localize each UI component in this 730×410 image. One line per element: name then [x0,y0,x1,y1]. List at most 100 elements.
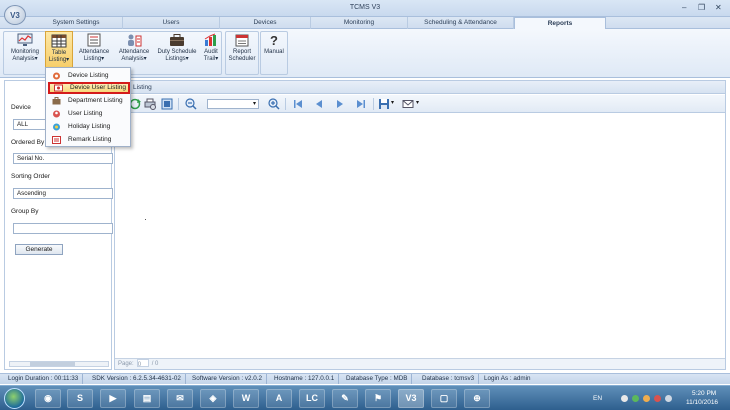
tray-security-icon[interactable] [654,395,661,402]
report-toolbar: ▾ ▾ ▾ [115,95,725,113]
ribbon-label: Listing▾ [48,57,70,63]
ribbon-label: Listing▾ [83,56,105,62]
save-export-icon[interactable] [378,98,390,110]
title-bar: TCMS V3 – ❐ ✕ [0,0,730,17]
report-scheduler-button[interactable]: Report Scheduler [227,31,257,75]
device-user-icon [54,84,63,92]
next-page-icon[interactable] [334,98,346,110]
chevron-down-icon[interactable]: ▾ [391,99,394,106]
status-sdk-version: SDK Version : 6.2.5.34-4631-02 [88,374,186,384]
last-page-icon[interactable] [355,98,367,110]
zoom-out-icon[interactable] [185,98,197,110]
tab-monitoring[interactable]: Monitoring [311,17,408,29]
first-page-icon[interactable] [292,98,304,110]
status-login-as: Login As : admin [484,375,531,382]
taskbar-app-v3[interactable]: V3 [398,389,424,408]
tray-up-arrow-icon[interactable] [621,395,628,402]
duty-schedule-listings-button[interactable]: Duty Schedule Listings▾ [155,31,199,75]
print-setup-icon[interactable] [144,98,156,110]
list-icon [87,33,101,47]
page-number-input[interactable]: 0 [136,359,149,368]
chevron-down-icon[interactable]: ▾ [416,99,419,106]
tray-volume-icon[interactable] [665,395,672,402]
taskbar-app-monitor[interactable]: ▢ [431,389,457,408]
tab-users[interactable]: Users [123,17,220,29]
menu-item-label: Device Listing [68,72,109,79]
ribbon-label: Attendance [78,49,110,55]
tab-system-settings[interactable]: System Settings [30,17,123,29]
zoom-select[interactable]: ▾ [207,99,259,109]
tab-devices[interactable]: Devices [220,17,311,29]
taskbar-app-notepad[interactable]: ✎ [332,389,358,408]
menu-item-holiday-listing[interactable]: Holiday Listing [48,121,130,133]
ribbon-label: Analysis▾ [121,56,147,62]
group-by-select[interactable] [13,223,113,234]
audit-trail-button[interactable]: Audit Trail▾ [200,31,222,75]
monitoring-analysis-button[interactable]: Monitoring Analysis▾ [6,31,44,75]
status-database-type: Database Type : MDB [342,374,413,384]
menu-item-remark-listing[interactable]: Remark Listing [48,134,130,146]
taskbar-app-explorer[interactable]: ▤ [134,389,160,408]
taskbar-app-word[interactable]: W [233,389,259,408]
window-title: TCMS V3 [349,4,381,11]
clock-time[interactable]: 5:20 PM [692,390,716,397]
language-indicator[interactable]: EN [593,395,602,402]
taskbar-app-tcms[interactable]: ◈ [200,389,226,408]
ordered-by-select[interactable]: Serial No. [13,153,113,164]
svg-text:?: ? [270,33,278,47]
minimize-button[interactable]: – [682,3,686,13]
zoom-in-icon[interactable] [268,98,280,110]
taskbar-app-s[interactable]: ⊕ [464,389,490,408]
taskbar-app-chrome[interactable]: ◉ [35,389,61,408]
email-icon[interactable] [402,98,414,110]
start-button[interactable] [4,388,25,409]
menu-item-device-user-listing[interactable]: Device User Listing [48,82,130,94]
table-listing-dropdown: Device Listing Device User Listing Depar… [45,67,131,147]
page-total: / 0 [151,361,159,367]
users-analysis-icon [128,34,142,47]
previous-page-icon[interactable] [313,98,325,110]
group-by-label: Group By [11,208,39,215]
ribbon-label: Scheduler [228,56,256,62]
taskbar-app-cmd[interactable]: ▶ [100,389,126,408]
sorting-order-label: Sorting Order [11,173,51,180]
tab-scheduling-attendance[interactable]: Scheduling & Attendance [408,17,514,29]
generate-button[interactable]: Generate [15,244,63,255]
ribbon-label: Report [232,49,251,55]
taskbar-app-outlook[interactable]: ✉ [167,389,193,408]
menu-item-label: Device User Listing [70,84,126,91]
horizontal-scrollbar[interactable] [9,361,109,367]
page-navigation-footer: Page: 0 / 0 [115,358,725,369]
taskbar-app-lc[interactable]: LC [299,389,325,408]
restore-button[interactable]: ❐ [698,3,705,13]
toolbar-separator [285,98,286,110]
ribbon-label: Trail▾ [203,56,219,62]
tray-network-icon[interactable] [632,395,639,402]
user-listing-icon [53,110,60,118]
briefcase-icon [170,34,184,46]
windows-taskbar: ◉ S ▶ ▤ ✉ ◈ W A LC ✎ ⚑ V3 ▢ ⊕ EN 5:20 PM… [0,385,730,410]
clock-date[interactable]: 11/10/2016 [686,399,718,406]
device-listing-icon [53,72,60,80]
manual-button[interactable]: ? Manual [261,31,287,75]
page-setup-icon[interactable] [161,98,173,110]
taskbar-app-a[interactable]: A [266,389,292,408]
toolbar-separator [178,98,179,110]
taskbar-app-skype[interactable]: S [67,389,93,408]
menu-item-user-listing[interactable]: User Listing [48,108,130,120]
menu-item-label: User Listing [68,110,103,117]
menu-item-label: Department Listing [68,97,123,104]
menu-item-department-listing[interactable]: Department Listing [48,95,130,107]
taskbar-app-flag[interactable]: ⚑ [365,389,391,408]
ribbon-label: Duty Schedule [157,49,197,55]
close-button[interactable]: ✕ [715,3,722,13]
sorting-order-select[interactable]: Ascending [13,188,113,199]
report-scheduler-icon [235,34,249,47]
status-bar: Login Duration : 00:11:33 SDK Version : … [0,373,730,384]
app-logo: V3 [4,5,26,25]
bar-chart-icon [204,33,216,46]
tray-notification-icon[interactable] [643,395,650,402]
scrollbar-thumb[interactable] [30,362,75,366]
status-login-duration: Login Duration : 00:11:33 [4,374,84,384]
menu-item-device-listing[interactable]: Device Listing [48,70,130,82]
